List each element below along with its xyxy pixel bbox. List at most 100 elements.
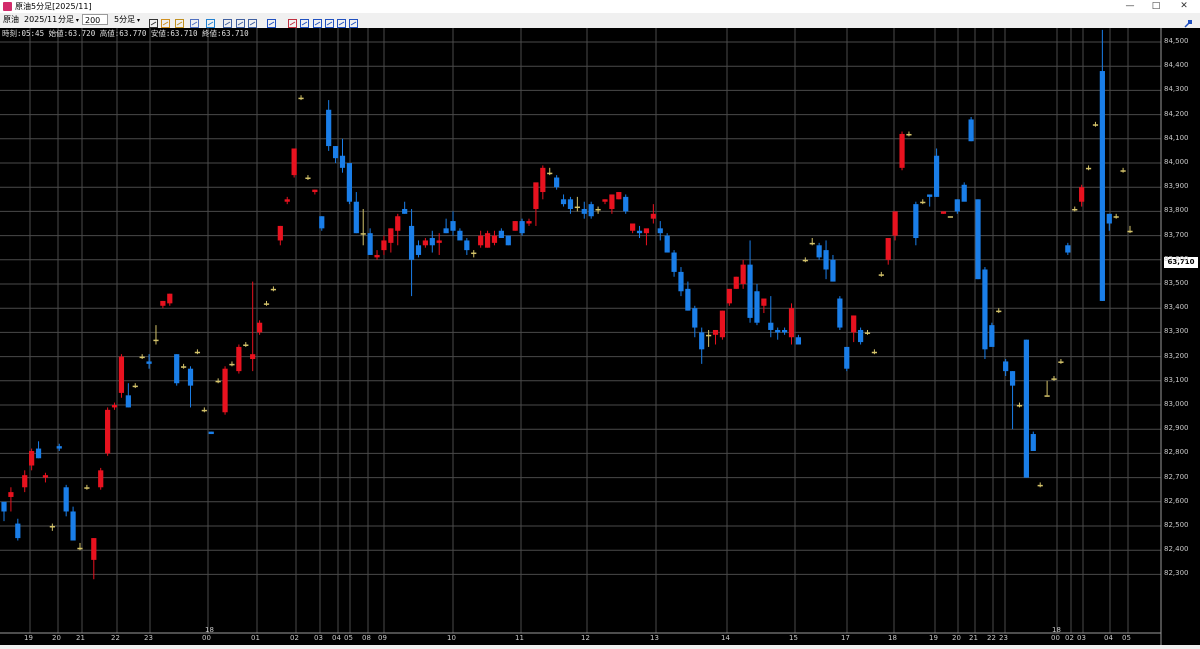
date-mark-label: 18 bbox=[205, 626, 214, 634]
candle-body bbox=[422, 240, 428, 246]
maximize-button[interactable]: □ bbox=[1143, 0, 1169, 13]
candle-body bbox=[70, 511, 76, 541]
contract-label: 2025/11 bbox=[24, 15, 58, 24]
candle-body bbox=[581, 208, 587, 214]
candle-body bbox=[443, 228, 449, 234]
candle-body bbox=[1072, 208, 1078, 211]
candle-body bbox=[837, 298, 843, 328]
period-select[interactable]: 分足 ▾ bbox=[56, 14, 80, 25]
interval-select[interactable]: 5分足 ▾ bbox=[112, 14, 142, 25]
minimize-button[interactable]: — bbox=[1117, 0, 1143, 13]
candle-body bbox=[222, 368, 228, 413]
candle-body bbox=[719, 310, 726, 338]
hand-icon[interactable] bbox=[160, 14, 171, 28]
price-tick-label: 84,300 bbox=[1164, 85, 1189, 94]
date-tick-label: 11 bbox=[515, 634, 524, 642]
candle-body bbox=[968, 119, 974, 142]
candle-body bbox=[1099, 71, 1105, 301]
candle-body bbox=[450, 221, 456, 231]
date-tick-label: 03 bbox=[314, 634, 323, 642]
candle-body bbox=[1065, 245, 1071, 253]
cross-chart-icon[interactable] bbox=[287, 14, 298, 28]
candle-body bbox=[429, 238, 435, 246]
bar-chart-icon[interactable] bbox=[266, 14, 277, 28]
candle-body bbox=[933, 155, 940, 197]
candle-body bbox=[782, 329, 788, 333]
candle-body bbox=[194, 351, 201, 354]
globe-icon[interactable] bbox=[205, 14, 216, 28]
candle-body bbox=[996, 310, 1002, 313]
candle-body bbox=[1009, 371, 1016, 386]
candle-body bbox=[961, 184, 967, 202]
candle-body bbox=[733, 276, 739, 289]
candle-body bbox=[947, 216, 953, 218]
price-chart[interactable] bbox=[0, 28, 1200, 645]
candle-body bbox=[588, 204, 594, 217]
date-tick-label: 22 bbox=[111, 634, 120, 642]
window-icon[interactable] bbox=[222, 14, 233, 28]
candle-body bbox=[802, 259, 808, 262]
candle-body bbox=[229, 363, 235, 366]
cursor-icon[interactable] bbox=[148, 14, 159, 28]
candle-body bbox=[595, 208, 601, 211]
candle-body bbox=[29, 450, 35, 466]
table-icon[interactable] bbox=[247, 14, 258, 28]
price-tick-label: 84,000 bbox=[1164, 158, 1189, 166]
pencil-icon[interactable] bbox=[174, 14, 185, 28]
candle-body bbox=[215, 380, 221, 383]
candle-body bbox=[291, 148, 297, 176]
date-tick-label: 22 bbox=[987, 634, 996, 642]
eraser-icon[interactable] bbox=[189, 14, 200, 28]
price-tick-label: 83,800 bbox=[1164, 206, 1189, 215]
candle-body bbox=[236, 346, 242, 372]
candle-body bbox=[554, 177, 560, 188]
close-button[interactable]: ✕ bbox=[1171, 0, 1197, 13]
candle-body bbox=[899, 133, 905, 168]
chart-icon-1[interactable] bbox=[299, 14, 310, 28]
candle-body bbox=[181, 366, 187, 368]
chart-icon-4[interactable] bbox=[336, 14, 347, 28]
candle-body bbox=[775, 329, 781, 333]
candle-body bbox=[464, 240, 470, 251]
price-tick-label: 82,900 bbox=[1164, 424, 1189, 433]
candle-body bbox=[381, 240, 387, 251]
candle-body bbox=[657, 228, 663, 234]
price-tick-label: 82,600 bbox=[1164, 496, 1189, 505]
price-tick-label: 84,500 bbox=[1164, 37, 1189, 45]
pin-icon[interactable] bbox=[1183, 14, 1194, 28]
period-select-value: 分足 bbox=[58, 15, 74, 24]
candle-body bbox=[84, 487, 90, 489]
candle-body bbox=[871, 351, 878, 354]
chart-icon-3[interactable] bbox=[324, 14, 335, 28]
candle-body bbox=[761, 298, 767, 306]
chart-area[interactable] bbox=[0, 28, 1200, 645]
candle-body bbox=[740, 264, 746, 284]
candle-body bbox=[56, 446, 62, 449]
date-tick-label: 15 bbox=[789, 634, 798, 642]
candle-body bbox=[678, 271, 684, 292]
candle-body bbox=[526, 221, 532, 224]
refresh-icon[interactable] bbox=[348, 14, 359, 28]
candle-body bbox=[671, 252, 677, 272]
count-stepper[interactable]: 200 bbox=[82, 14, 108, 25]
app-icon bbox=[3, 2, 12, 11]
grid-icon[interactable] bbox=[235, 14, 246, 28]
candle-body bbox=[602, 199, 608, 202]
candle-body bbox=[830, 259, 836, 282]
candle-body bbox=[388, 228, 394, 243]
price-tick-label: 83,100 bbox=[1164, 375, 1189, 384]
chart-icon-2[interactable] bbox=[312, 14, 323, 28]
candle-body bbox=[436, 240, 442, 243]
candle-body bbox=[1016, 405, 1023, 407]
date-tick-label: 00 bbox=[1051, 634, 1060, 642]
candle-body bbox=[726, 288, 732, 304]
candle-body bbox=[312, 189, 318, 193]
candle-body bbox=[105, 409, 111, 454]
candle-body bbox=[809, 242, 815, 245]
candle-body bbox=[636, 230, 643, 234]
candle-body bbox=[498, 230, 504, 239]
candle-body bbox=[118, 356, 125, 393]
candle-body bbox=[685, 288, 691, 311]
candle-body bbox=[256, 322, 263, 333]
candle-body bbox=[478, 235, 484, 246]
